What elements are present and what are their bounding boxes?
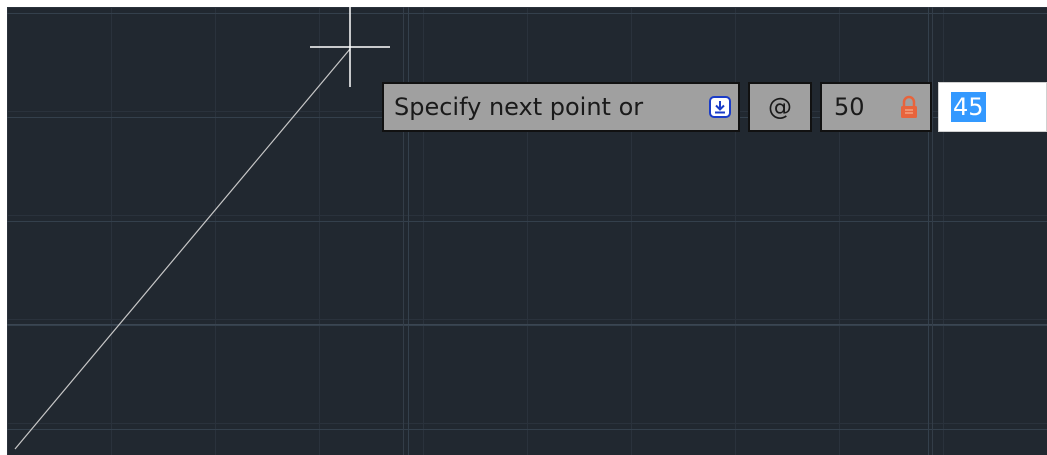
length-input[interactable]: 50 xyxy=(820,82,932,132)
angle-input[interactable]: 45 xyxy=(938,82,1047,132)
prompt-text: Specify next point or xyxy=(394,93,644,121)
length-value: 50 xyxy=(834,93,865,121)
lock-icon xyxy=(898,94,920,120)
relative-marker-text: @ xyxy=(768,93,792,121)
drawn-line-segment xyxy=(14,48,351,450)
drawing-overlay xyxy=(14,7,390,450)
angle-value-selected: 45 xyxy=(951,92,986,122)
crosshair-cursor xyxy=(310,7,390,87)
relative-coordinate-marker: @ xyxy=(748,82,812,132)
drawing-canvas[interactable] xyxy=(7,7,1047,455)
command-prompt-tooltip: Specify next point or xyxy=(382,82,740,132)
arrow-down-square-icon[interactable] xyxy=(708,95,732,119)
